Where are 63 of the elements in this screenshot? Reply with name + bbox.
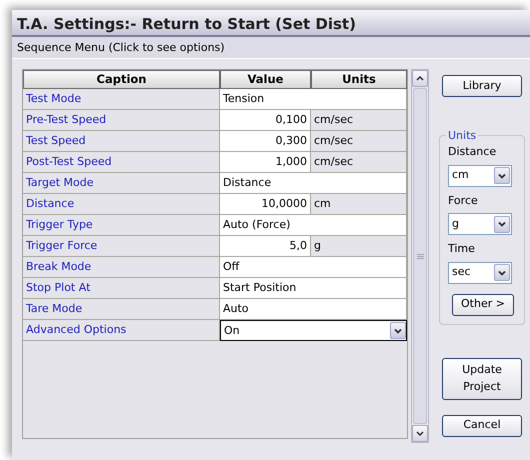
chevron-down-icon <box>498 172 506 178</box>
row-caption: Trigger Force <box>23 236 220 257</box>
column-header[interactable]: Units <box>311 70 407 89</box>
value-cell[interactable]: Tension <box>220 89 407 110</box>
row-caption: Tare Mode <box>23 299 220 320</box>
units-cell: cm/sec <box>311 152 407 173</box>
row-caption: Distance <box>23 194 220 215</box>
value-cell[interactable]: 0,100 <box>220 110 311 131</box>
scroll-thumb[interactable] <box>413 88 427 424</box>
library-button[interactable]: Library <box>442 75 522 97</box>
row-caption: Target Mode <box>23 173 220 194</box>
row-caption: Post-Test Speed <box>23 152 220 173</box>
row-caption: Test Mode <box>23 89 220 110</box>
grip-icon <box>416 254 424 258</box>
field-label: Force <box>448 192 479 208</box>
row-caption: Break Mode <box>23 257 220 278</box>
update-project-button[interactable]: Update Project <box>442 358 522 400</box>
value-cell[interactable]: 0,300 <box>220 131 311 152</box>
field-label: Time <box>448 241 476 257</box>
scroll-up-button[interactable] <box>412 70 428 87</box>
scrollbar[interactable] <box>411 69 429 443</box>
row-caption: Advanced Options <box>23 320 220 341</box>
unit-dropdown[interactable]: g <box>448 213 512 235</box>
chevron-down-icon <box>394 328 402 334</box>
dropdown-button[interactable] <box>494 264 510 281</box>
units-cell: cm/sec <box>311 131 407 152</box>
value-cell[interactable]: Auto <box>220 299 407 320</box>
dropdown-value: On <box>224 322 240 338</box>
cancel-button[interactable]: Cancel <box>442 414 522 436</box>
row-caption: Pre-Test Speed <box>23 110 220 131</box>
chevron-down-icon <box>498 270 506 276</box>
dropdown-value: cm <box>452 167 469 184</box>
value-cell[interactable]: 10,0000 <box>220 194 311 215</box>
column-header[interactable]: Caption <box>23 70 220 89</box>
chevron-down-icon <box>498 221 506 227</box>
other-button[interactable]: Other > <box>452 294 514 316</box>
unit-dropdown[interactable]: sec <box>448 262 512 284</box>
row-caption: Trigger Type <box>23 215 220 236</box>
dropdown-button[interactable] <box>494 167 510 184</box>
dropdown-button[interactable] <box>390 322 406 339</box>
scroll-down-button[interactable] <box>412 425 428 442</box>
value-cell[interactable]: 1,000 <box>220 152 311 173</box>
field-label: Distance <box>448 144 498 160</box>
value-cell[interactable]: Auto (Force) <box>220 215 407 236</box>
dropdown-button[interactable] <box>494 216 510 232</box>
value-dropdown[interactable]: On <box>220 320 407 341</box>
value-cell[interactable]: Start Position <box>220 278 407 299</box>
value-cell[interactable]: 5,0 <box>220 236 311 257</box>
window-title: T.A. Settings:- Return to Start (Set Dist) <box>12 10 530 37</box>
dropdown-value: sec <box>452 264 471 280</box>
column-header[interactable]: Value <box>220 70 311 89</box>
row-caption: Stop Plot At <box>23 278 220 299</box>
sequence-menu[interactable]: Sequence Menu (Click to see options) <box>12 37 530 59</box>
units-cell: cm <box>311 194 407 215</box>
row-caption: Test Speed <box>23 131 220 152</box>
chevron-up-icon <box>416 76 424 81</box>
units-cell: g <box>311 236 407 257</box>
dropdown-value: g <box>452 216 459 232</box>
units-cell: cm/sec <box>311 110 407 131</box>
value-cell[interactable]: Off <box>220 257 407 278</box>
value-cell[interactable]: Distance <box>220 173 407 194</box>
chevron-down-icon <box>416 431 424 436</box>
unit-dropdown[interactable]: cm <box>448 164 512 186</box>
